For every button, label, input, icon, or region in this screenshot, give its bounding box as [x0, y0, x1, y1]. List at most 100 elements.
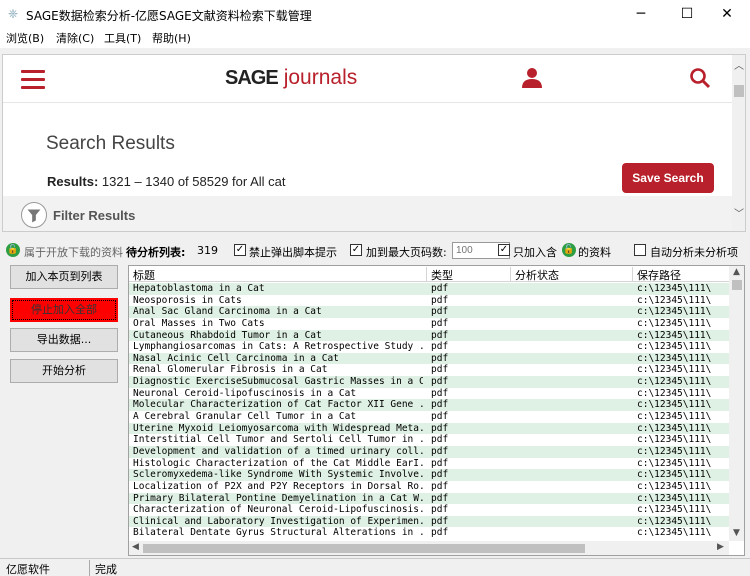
results-text: 1321 – 1340 of 58529 for All cat — [98, 174, 286, 189]
cell-path: c:\12345\111\ — [637, 329, 712, 341]
scroll-right-icon[interactable]: ▶ — [717, 542, 724, 552]
cell-type: pdf — [431, 411, 449, 423]
status-divider — [89, 560, 90, 576]
cell-path: c:\12345\111\ — [637, 399, 712, 411]
cell-type: pdf — [431, 445, 449, 457]
table-row[interactable]: Anal Sac Gland Carcinoma in a Cat pdf c:\1… — [129, 306, 729, 318]
minimize-button[interactable]: ─ — [618, 0, 664, 28]
max-pages-label: 加到最大页码数: — [366, 246, 447, 259]
menu-browse[interactable]: 浏览(B) — [6, 30, 44, 46]
filter-results-bar[interactable]: Filter Results — [3, 196, 733, 231]
table-row[interactable]: Scleromyxedema-like Syndrome With System… — [129, 469, 729, 481]
table-row[interactable]: Nasal Acinic Cell Carcinoma in a Cat pdf c… — [129, 352, 729, 365]
cell-title: Neuronal Ceroid-lipofuscinosis in a Cat — [133, 387, 357, 399]
menu-help[interactable]: 帮助(H) — [152, 30, 191, 46]
auto-analyze-label: 自动分析未分析项 — [650, 246, 738, 259]
status-bar: 亿愿软件 完成 — [0, 558, 750, 576]
export-data-button[interactable]: 导出数据... — [10, 328, 118, 352]
table-header: 标题 类型 分析状态 保存路径 — [129, 266, 729, 282]
table-row[interactable]: Uterine Myxoid Leiomyosarcoma with Wides… — [129, 422, 729, 435]
table-row[interactable]: Molecular Characterization of Cat Factor… — [129, 399, 729, 412]
cell-type: pdf — [431, 504, 449, 516]
menu-clear[interactable]: 清除(C) — [56, 30, 94, 46]
column-type[interactable]: 类型 — [427, 267, 511, 282]
sage-journals-logo[interactable]: SAGE journals — [225, 65, 357, 91]
site-header: SAGE journals — [3, 55, 733, 103]
cell-type: pdf — [431, 317, 449, 329]
cell-title: Clinical and Laboratory Investigation of… — [133, 515, 423, 527]
scroll-thumb[interactable] — [143, 544, 585, 553]
cell-path: c:\12345\111\ — [637, 341, 712, 353]
start-analysis-button[interactable]: 开始分析 — [10, 359, 118, 383]
cell-type: pdf — [431, 515, 449, 527]
cell-path: c:\12345\111\ — [637, 306, 712, 318]
cell-type: pdf — [431, 492, 449, 504]
table-row[interactable]: Localization of P2X and P2Y Receptors in… — [129, 481, 729, 493]
save-search-button[interactable]: Save Search — [622, 163, 714, 193]
scroll-thumb[interactable] — [734, 85, 744, 97]
table-row[interactable]: Histologic Characterization of the Cat M… — [129, 458, 729, 470]
table-row[interactable]: Bilateral Dentate Gyrus Structural Alter… — [129, 527, 729, 539]
column-title[interactable]: 标题 — [129, 267, 427, 282]
table-row[interactable]: Neosporosis in Cats pdf c:\12345\111\ — [129, 295, 729, 307]
table-row[interactable]: Neuronal Ceroid-lipofuscinosis in a Cat p… — [129, 388, 729, 400]
table-row[interactable]: A Cerebral Granular Cell Tumor in a Cat p… — [129, 411, 729, 423]
cell-path: c:\12345\111\ — [637, 457, 712, 469]
table-row[interactable]: Clinical and Laboratory Investigation of… — [129, 515, 729, 528]
cell-title: Development and validation of a timed ur… — [133, 445, 423, 457]
only-add-label: 只加入含 — [513, 246, 557, 259]
scroll-down-icon[interactable]: ﹀ — [734, 205, 744, 220]
table-vertical-scrollbar[interactable]: ▲ ▼ — [729, 266, 744, 541]
cell-title: Localization of P2X and P2Y Receptors in… — [133, 480, 423, 492]
table-row[interactable]: Interstitial Cell Tumor and Sertoli Cell… — [129, 434, 729, 446]
table-row[interactable]: Diagnostic ExerciseSubmucosal Gastric Ma… — [129, 376, 729, 388]
cell-path: c:\12345\111\ — [637, 317, 712, 329]
add-page-button[interactable]: 加入本页到列表 — [10, 265, 118, 289]
hamburger-menu-icon[interactable] — [21, 70, 45, 89]
scroll-up-icon[interactable]: ︿ — [734, 57, 744, 72]
open-access-label: 属于开放下载的资料 — [24, 246, 123, 259]
cell-title: Uterine Myxoid Leiomyosarcoma with Wides… — [133, 422, 423, 434]
table-horizontal-scrollbar[interactable]: ◀ ▶ — [129, 541, 729, 555]
stop-add-button[interactable]: 停止加入全部 — [10, 298, 118, 322]
only-add-checkbox[interactable]: ✓ — [498, 244, 510, 256]
table-row[interactable]: Renal Glomerular Fibrosis in a Cat pdf c:\… — [129, 364, 729, 376]
scroll-left-icon[interactable]: ◀ — [132, 542, 139, 552]
cell-title: Diagnostic ExerciseSubmucosal Gastric Ma… — [133, 376, 423, 388]
table-row[interactable]: Hepatoblastoma in a Cat pdf c:\12345\111\ — [129, 283, 729, 295]
block-popup-label: 禁止弹出脚本提示 — [249, 246, 337, 259]
auto-analyze-checkbox[interactable] — [634, 244, 646, 256]
scroll-thumb[interactable] — [732, 280, 742, 290]
user-icon[interactable] — [521, 67, 543, 89]
status-company: 亿愿软件 — [6, 563, 50, 576]
table-row[interactable]: Primary Bilateral Pontine Demyelination … — [129, 492, 729, 505]
cell-title: Nasal Acinic Cell Carcinoma in a Cat — [133, 352, 339, 364]
cell-path: c:\12345\111\ — [637, 283, 712, 294]
scroll-down-icon[interactable]: ▼ — [733, 528, 740, 538]
results-table[interactable]: 标题 类型 分析状态 保存路径 Hepatoblastoma in a Cat p… — [128, 265, 745, 556]
app-icon: ❈ — [8, 7, 19, 21]
table-row[interactable]: Oral Masses in Two Cats pdf c:\12345\111\ — [129, 318, 729, 330]
pending-count: 319 — [197, 244, 218, 257]
table-row[interactable]: Lymphangiosarcomas in Cats: A Retrospect… — [129, 341, 729, 353]
table-row[interactable]: Cutaneous Rhabdoid Tumor in a Cat pdf c:\1… — [129, 329, 729, 342]
column-path[interactable]: 保存路径 — [633, 267, 729, 282]
cell-path: c:\12345\111\ — [637, 480, 712, 492]
window-title: SAGE数据检索分析-亿愿SAGE文献资料检索下载管理 — [26, 9, 312, 23]
cell-type: pdf — [431, 376, 449, 388]
cell-path: c:\12345\111\ — [637, 434, 712, 446]
cell-title: Scleromyxedema-like Syndrome With System… — [133, 469, 423, 481]
embedded-browser[interactable]: SAGE journals Search Results Results: 13… — [2, 54, 746, 232]
block-popup-checkbox[interactable]: ✓ — [234, 244, 246, 256]
column-status[interactable]: 分析状态 — [511, 267, 633, 282]
close-button[interactable]: ✕ — [704, 0, 750, 28]
browser-scrollbar[interactable]: ︿ ﹀ — [732, 55, 745, 231]
cell-type: pdf — [431, 527, 449, 539]
table-row[interactable]: Development and validation of a timed ur… — [129, 445, 729, 458]
max-pages-checkbox[interactable]: ✓ — [350, 244, 362, 256]
menu-tools[interactable]: 工具(T) — [104, 30, 141, 46]
search-icon[interactable] — [689, 67, 711, 89]
cell-type: pdf — [431, 422, 449, 434]
scroll-up-icon[interactable]: ▲ — [733, 267, 740, 277]
table-row[interactable]: Characterization of Neuronal Ceroid-Lipo… — [129, 504, 729, 516]
